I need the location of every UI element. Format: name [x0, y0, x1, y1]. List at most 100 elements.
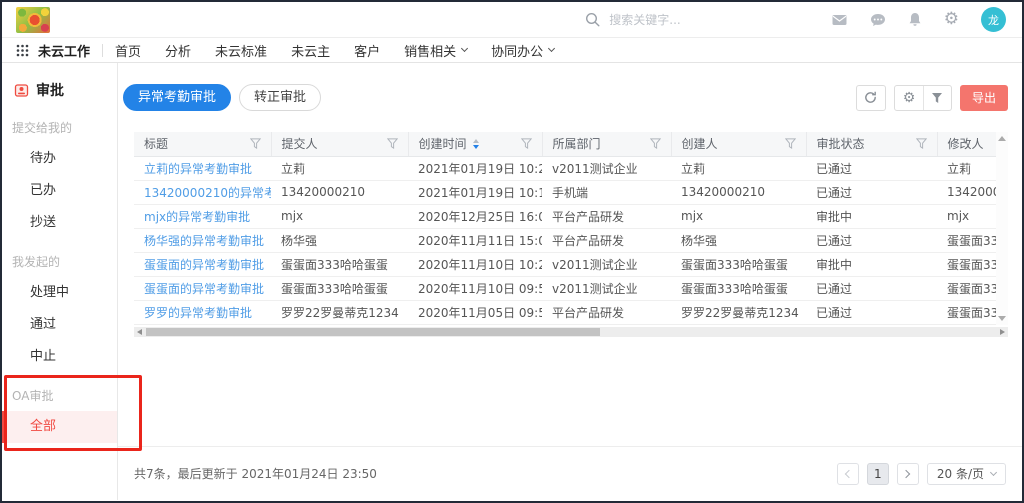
record-link[interactable]: 杨华强的异常考勤审批 [144, 234, 264, 248]
cell-creator: 蛋蛋面333哈哈蛋蛋 [671, 276, 806, 300]
nav-item-master[interactable]: 未云主 [291, 41, 330, 60]
cell-title: 罗罗的异常考勤审批 [134, 300, 271, 324]
table-row[interactable]: 蛋蛋面的异常考勤审批 蛋蛋面333哈哈蛋蛋 2020年11月10日 09:56 … [134, 276, 996, 300]
table-clip: 标题 提交人 创建时间 所属部门 创建人 审批状态 修改人 立莉的异常考勤审批 [134, 132, 996, 325]
topbar-icons: ⚙ 龙 [831, 7, 1006, 32]
refresh-button[interactable] [856, 85, 886, 111]
table-header-row: 标题 提交人 创建时间 所属部门 创建人 审批状态 修改人 [134, 132, 996, 156]
sort-desc-icon[interactable] [473, 139, 479, 149]
chat-icon[interactable] [870, 13, 886, 27]
cell-department: v2011测试企业 [542, 252, 671, 276]
main-nav: 未云工作 首页 分析 未云标准 未云主 客户 销售相关 协同办公 [2, 38, 1022, 63]
settings-gear-icon[interactable]: ⚙ [944, 11, 959, 28]
record-link[interactable]: 罗罗的异常考勤审批 [144, 306, 252, 320]
sidebar-title-label: 审批 [36, 80, 64, 100]
tab-regularization-approval[interactable]: 转正审批 [239, 84, 321, 111]
scroll-left-icon[interactable] [137, 329, 142, 335]
cell-department: v2011测试企业 [542, 276, 671, 300]
cell-submitter: 立莉 [271, 156, 408, 180]
next-page-button[interactable] [897, 463, 919, 485]
nav-item-analysis[interactable]: 分析 [165, 41, 191, 60]
nav-item-sales-menu[interactable]: 销售相关 [404, 41, 467, 60]
sidebar-item[interactable]: 中止 [2, 341, 117, 373]
chevron-down-icon [990, 468, 997, 475]
table-row[interactable]: 13420000210的异常考勤审批 13420000210 2021年01月1… [134, 180, 996, 204]
filter-button[interactable] [923, 86, 951, 110]
vertical-scrollbar[interactable] [996, 132, 1008, 325]
search-icon [585, 12, 600, 27]
filter-icon[interactable] [916, 138, 927, 149]
sidebar-group: 待办已办抄送 [2, 143, 117, 239]
mail-icon[interactable] [831, 13, 848, 27]
table-footer: 共7条，最后更新于 2021年01月24日 23:50 1 20 条/页 [118, 446, 1022, 500]
tab-row: 异常考勤审批 转正审批 ⚙ 导出 [118, 63, 1022, 111]
record-link[interactable]: 13420000210的异常考勤审批 [144, 186, 271, 200]
scroll-up-icon[interactable] [998, 136, 1006, 141]
nav-item-collab-menu[interactable]: 协同办公 [491, 41, 554, 60]
workspace-name[interactable]: 未云工作 [38, 41, 90, 60]
cell-approval-status: 审批中 [806, 204, 937, 228]
sidebar-item-all[interactable]: 全部 [2, 411, 117, 443]
cell-title: 蛋蛋面的异常考勤审批 [134, 252, 271, 276]
record-link[interactable]: mjx的异常考勤审批 [144, 210, 250, 224]
table-row[interactable]: 蛋蛋面的异常考勤审批 蛋蛋面333哈哈蛋蛋 2020年11月10日 10:24 … [134, 252, 996, 276]
col-title: 标题 [134, 132, 271, 156]
cell-approval-status: 已通过 [806, 276, 937, 300]
record-link[interactable]: 立莉的异常考勤审批 [144, 162, 252, 176]
filter-icon[interactable] [250, 138, 261, 149]
chevron-left-icon [845, 469, 853, 477]
table-row[interactable]: mjx的异常考勤审批 mjx 2020年12月25日 16:04 平台产品研发 … [134, 204, 996, 228]
cell-department: 手机端 [542, 180, 671, 204]
sidebar-item[interactable]: 抄送 [2, 207, 117, 239]
cell-modifier: 13420000210 [937, 180, 996, 204]
scroll-down-icon[interactable] [998, 316, 1006, 321]
record-link[interactable]: 蛋蛋面的异常考勤审批 [144, 258, 264, 272]
global-search[interactable]: 搜索关键字... [585, 11, 680, 28]
filter-icon[interactable] [521, 138, 532, 149]
table-row[interactable]: 杨华强的异常考勤审批 杨华强 2020年11月11日 15:00 平台产品研发 … [134, 228, 996, 252]
horizontal-scroll-thumb[interactable] [146, 328, 600, 336]
record-link[interactable]: 蛋蛋面的异常考勤审批 [144, 282, 264, 296]
nav-item-customer[interactable]: 客户 [354, 41, 380, 60]
current-page[interactable]: 1 [867, 463, 889, 485]
col-creator: 创建人 [671, 132, 806, 156]
cell-creator: 13420000210 [671, 180, 806, 204]
table-row[interactable]: 罗罗的异常考勤审批 罗罗22罗曼蒂克1234 2020年11月05日 09:57… [134, 300, 996, 324]
avatar[interactable]: 龙 [981, 7, 1006, 32]
filter-icon[interactable] [387, 138, 398, 149]
nav-item-standard[interactable]: 未云标准 [215, 41, 267, 60]
filter-icon[interactable] [650, 138, 661, 149]
filter-icon [931, 92, 943, 104]
export-button[interactable]: 导出 [960, 85, 1008, 111]
cell-created-time: 2020年12月25日 16:04 [408, 204, 542, 228]
bell-icon[interactable] [908, 12, 922, 27]
app-logo[interactable] [16, 7, 50, 33]
page-size-select[interactable]: 20 条/页 [927, 463, 1006, 485]
table-row[interactable]: 立莉的异常考勤审批 立莉 2021年01月19日 10:22 v2011测试企业… [134, 156, 996, 180]
filter-icon[interactable] [785, 138, 796, 149]
cell-department: v2011测试企业 [542, 156, 671, 180]
sidebar-item[interactable]: 通过 [2, 309, 117, 341]
chevron-right-icon [902, 469, 910, 477]
nav-divider [102, 44, 103, 57]
cell-approval-status: 已通过 [806, 156, 937, 180]
cell-title: mjx的异常考勤审批 [134, 204, 271, 228]
toolbar: ⚙ 导出 [856, 85, 1008, 111]
cell-approval-status: 已通过 [806, 180, 937, 204]
horizontal-scrollbar[interactable] [134, 327, 1008, 337]
chevron-down-icon [548, 45, 555, 52]
app-launcher-icon[interactable] [16, 44, 29, 57]
sidebar-item[interactable]: 处理中 [2, 277, 117, 309]
sidebar-item[interactable]: 待办 [2, 143, 117, 175]
sidebar-title: 审批 [2, 75, 117, 105]
cell-department: 平台产品研发 [542, 228, 671, 252]
scroll-right-icon[interactable] [1000, 329, 1005, 335]
sidebar-item[interactable]: 已办 [2, 175, 117, 207]
col-submitter: 提交人 [271, 132, 408, 156]
prev-page-button[interactable] [837, 463, 859, 485]
tab-abnormal-attendance-approval[interactable]: 异常考勤审批 [123, 84, 231, 111]
cell-creator: 罗罗22罗曼蒂克1234 [671, 300, 806, 324]
nav-item-home[interactable]: 首页 [115, 41, 141, 60]
column-settings-button[interactable]: ⚙ [895, 86, 923, 110]
cell-submitter: 罗罗22罗曼蒂克1234 [271, 300, 408, 324]
